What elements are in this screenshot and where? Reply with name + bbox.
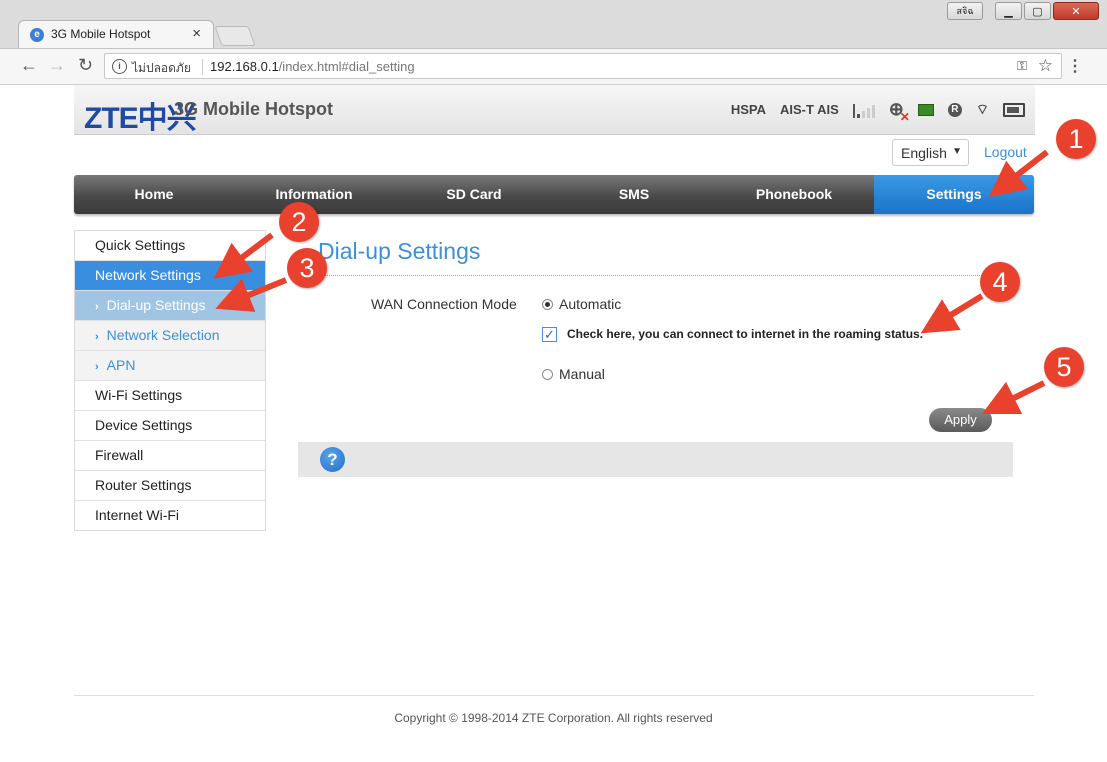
annotation-arrow-3 xyxy=(215,277,288,312)
annotation-badge-4: 4 xyxy=(980,262,1020,302)
annotation-badge-3: 3 xyxy=(287,248,327,288)
annotation-arrow-5 xyxy=(981,380,1046,415)
annotation-arrow-1 xyxy=(988,149,1049,198)
annotation-arrow-4 xyxy=(920,293,984,334)
annotation-arrow-2 xyxy=(213,232,274,279)
annotation-badge-1: 1 xyxy=(1056,119,1096,159)
annotation-badge-2: 2 xyxy=(279,202,319,242)
annotation-badge-5: 5 xyxy=(1044,347,1084,387)
annotation-arrows xyxy=(213,149,1049,415)
